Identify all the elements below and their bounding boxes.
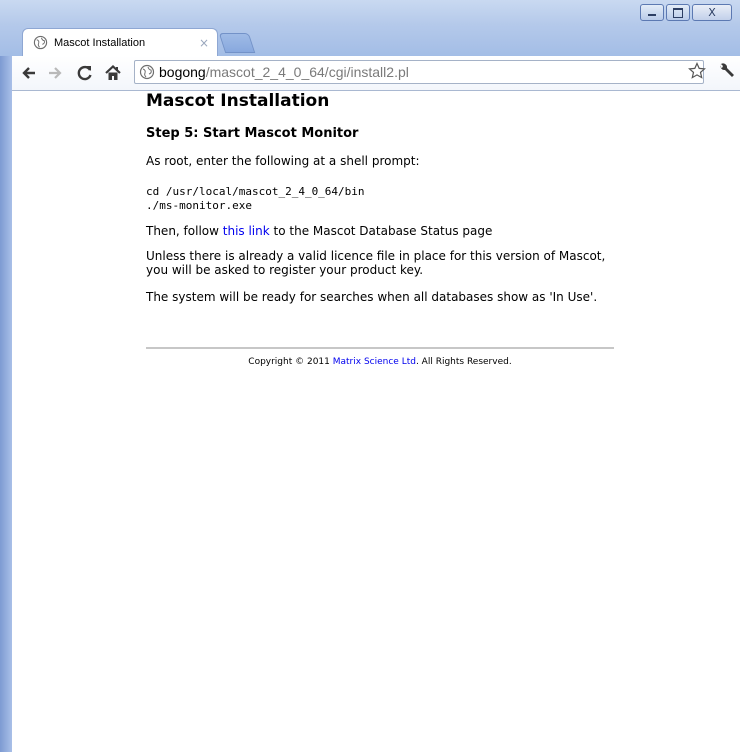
globe-icon [33,35,48,50]
tab-close-icon[interactable]: × [199,36,209,50]
forward-arrow-icon [49,67,62,79]
follow-prefix: Then, follow [146,224,223,238]
step-heading: Step 5: Start Mascot Monitor [146,126,359,141]
star-icon [688,62,706,79]
browser-toolbar: bogong/mascot_2_4_0_64/cgi/install2.pl [12,56,740,91]
maximize-icon [673,7,683,18]
command-line: ./ms-monitor.exe [146,199,252,212]
tab-mascot-installation[interactable]: Mascot Installation × [22,28,218,56]
page-title: Mascot Installation [146,91,330,111]
database-status-link[interactable]: this link [223,224,270,238]
url-path: /mascot_2_4_0_64/cgi/install2.pl [205,64,409,80]
new-tab-button[interactable] [218,33,256,53]
footer-copyright: Copyright © 2011 Matrix Science Ltd. All… [146,357,614,367]
copyright-prefix: Copyright © 2011 [248,357,333,367]
browser-window: Mascot Installation × X bogong /mascot_2… [0,0,740,752]
maximize-button[interactable] [666,4,690,21]
reload-icon [77,65,92,81]
bookmark-star-button[interactable] [688,62,706,84]
intro-text: As root, enter the following at a shell … [146,154,420,168]
ready-note: The system will be ready for searches wh… [146,290,598,304]
follow-link-text: Then, follow this link to the Mascot Dat… [146,224,616,238]
close-icon: X [708,6,716,19]
globe-icon [139,64,155,80]
url-host: bogong [159,64,206,80]
settings-wrench-button[interactable] [718,62,736,84]
command-block: cd /usr/local/mascot_2_4_0_64/bin ./ms-mo… [146,185,365,213]
minimize-icon [648,14,656,16]
title-bar: Mascot Installation × X [0,0,740,56]
follow-suffix: to the Mascot Database Status page [269,224,493,238]
command-line: cd /usr/local/mascot_2_4_0_64/bin [146,185,365,198]
matrix-science-link[interactable]: Matrix Science Ltd [333,357,416,367]
copyright-suffix: . All Rights Reserved. [415,357,512,367]
back-button[interactable] [18,62,40,84]
window-controls: X [640,4,732,21]
minimize-button[interactable] [640,4,664,21]
licence-note: Unless there is already a valid licence … [146,249,606,277]
home-icon [105,65,121,80]
home-button[interactable] [102,62,124,84]
wrench-icon [720,63,734,77]
back-arrow-icon [22,67,35,79]
footer-divider [146,347,614,349]
tab-title: Mascot Installation [54,36,146,49]
close-window-button[interactable]: X [692,4,732,21]
forward-button[interactable] [44,62,66,84]
window-border [0,56,12,752]
address-bar[interactable]: bogong/mascot_2_4_0_64/cgi/install2.pl [134,60,704,84]
reload-button[interactable] [74,62,96,84]
